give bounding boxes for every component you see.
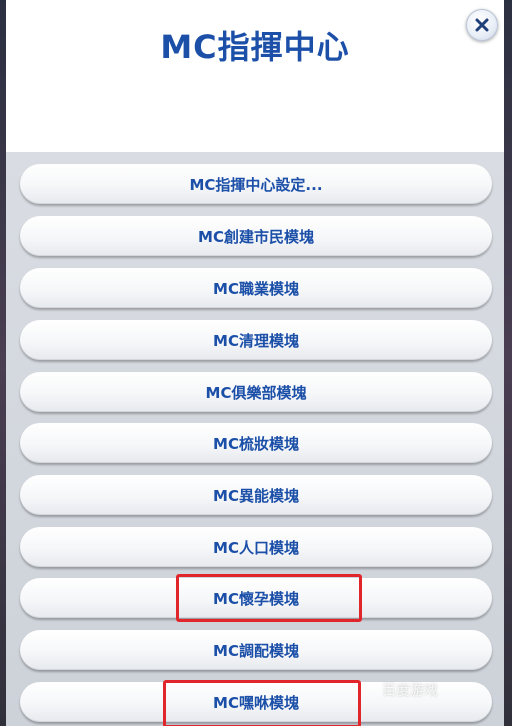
menu-item-cleanup-module[interactable]: MC清理模塊 [20,320,492,360]
menu-item-occult-module[interactable]: MC異能模塊 [20,475,492,515]
close-icon [475,18,489,32]
menu-item-dresser-module[interactable]: MC梳妝模塊 [20,423,492,463]
menu-item-pregnancy-module[interactable]: MC懷孕模塊 [20,578,492,618]
background-edge-right [504,0,512,726]
mc-command-center-dialog: MC指揮中心 MC指揮中心設定... MC創建市民模塊 MC職業模塊 MC清理模… [6,0,504,726]
menu-item-tuning-module[interactable]: MC調配模塊 [20,630,492,670]
menu-item-create-sim-module[interactable]: MC創建市民模塊 [20,216,492,256]
menu-item-label: MC嘿咻模塊 [213,693,299,712]
menu-item-club-module[interactable]: MC俱樂部模塊 [20,372,492,412]
dialog-title: MC指揮中心 [160,28,350,66]
menu-item-label: MC清理模塊 [213,331,299,350]
menu-item-label: MC異能模塊 [213,486,299,505]
close-button[interactable] [466,9,498,41]
menu-list: MC指揮中心設定... MC創建市民模塊 MC職業模塊 MC清理模塊 MC俱樂部… [6,152,504,726]
menu-item-label: MC職業模塊 [213,279,299,298]
menu-item-label: MC梳妝模塊 [213,434,299,453]
menu-item-population-module[interactable]: MC人口模塊 [20,527,492,567]
menu-item-label: MC人口模塊 [213,538,299,557]
dialog-header: MC指揮中心 [6,0,504,152]
menu-item-label: MC俱樂部模塊 [205,383,307,402]
menu-item-command-center-settings[interactable]: MC指揮中心設定... [20,164,492,204]
menu-item-career-module[interactable]: MC職業模塊 [20,268,492,308]
menu-item-woohoo-module[interactable]: MC嘿咻模塊 [20,682,492,722]
menu-item-label: MC創建市民模塊 [198,227,314,246]
menu-item-label: MC指揮中心設定... [189,175,323,194]
menu-item-label: MC調配模塊 [213,641,299,660]
menu-item-label: MC懷孕模塊 [213,589,299,608]
